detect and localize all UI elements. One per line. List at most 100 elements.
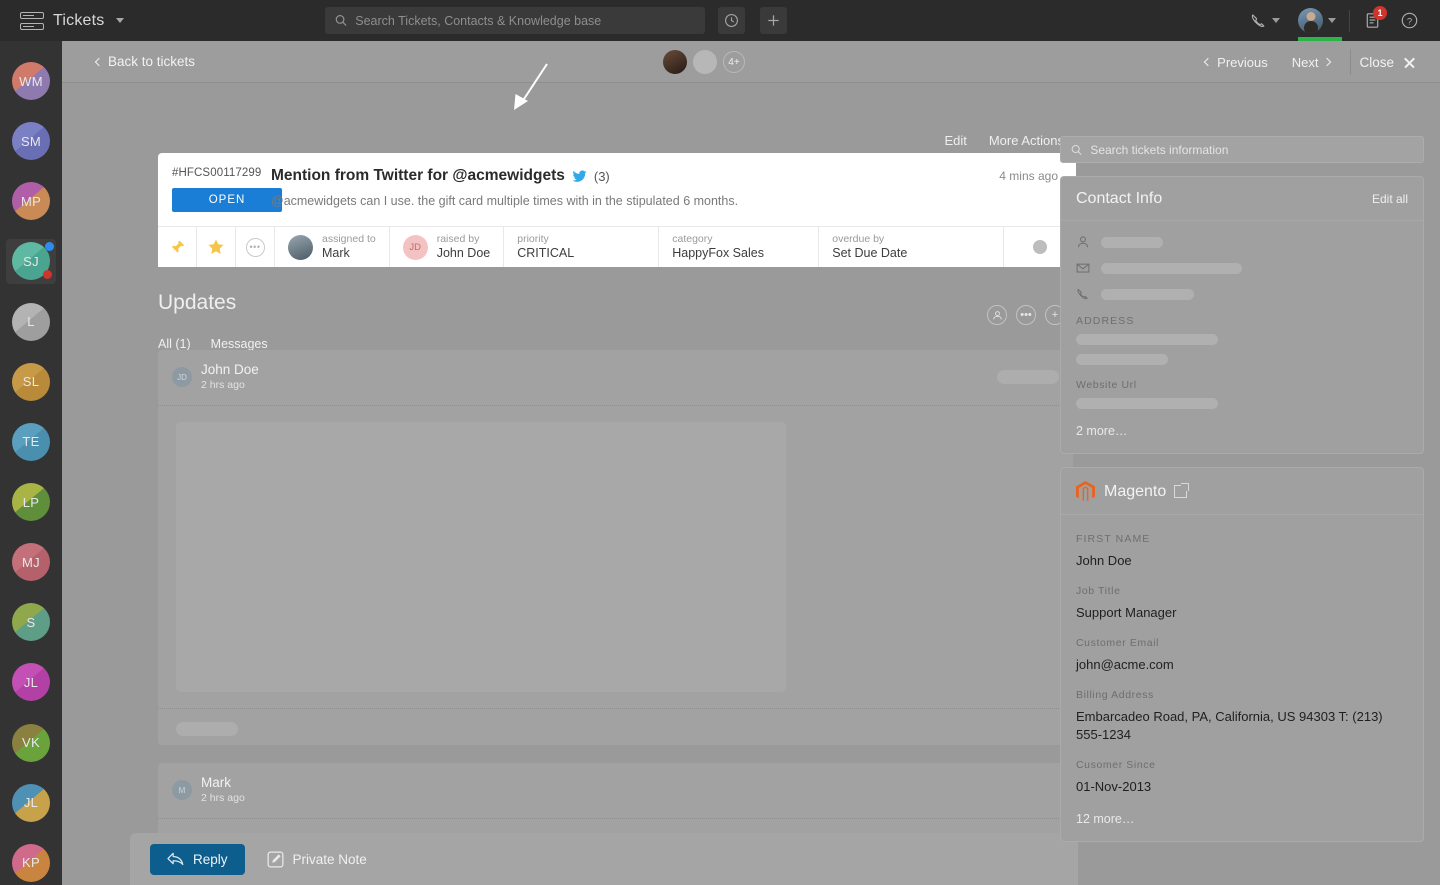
property-priority[interactable]: priority CRITICAL: [504, 227, 660, 267]
ellipsis-icon: •••: [245, 237, 265, 257]
chevron-right-icon: [1323, 57, 1332, 67]
ticket-navigation: Previous Next Close: [1193, 41, 1440, 83]
chevron-left-icon: [1203, 57, 1213, 67]
magento-more-link[interactable]: 12 more…: [1076, 812, 1408, 826]
property-value: Set Due Date: [832, 245, 908, 260]
collaborator-3[interactable]: [693, 50, 717, 74]
property-assigned-to[interactable]: assigned to Mark: [275, 227, 390, 267]
rail-item-jl-10[interactable]: JL: [6, 660, 56, 704]
magento-card: Magento FIRST NAME John Doe Job Title Suppo…: [1060, 467, 1424, 843]
rail-item-kp-13[interactable]: KP: [6, 841, 56, 885]
recent-activity-button[interactable]: [718, 7, 745, 34]
status-dot-blue: [45, 242, 54, 252]
next-ticket-button[interactable]: Next: [1280, 55, 1343, 70]
collaborator-overflow[interactable]: 4+: [723, 51, 745, 73]
create-new-button[interactable]: [760, 7, 787, 34]
rail-item-lp-7[interactable]: LP: [6, 480, 56, 524]
status-badge[interactable]: OPEN: [172, 188, 282, 212]
conversation-item[interactable]: JD John Doe 2 hrs ago: [158, 350, 1073, 745]
tickets-logo-icon: [20, 11, 44, 30]
agent-avatar: [288, 234, 313, 260]
external-link-icon[interactable]: [1174, 483, 1190, 498]
magento-header: Magento: [1061, 468, 1423, 515]
rail-item-mj-8[interactable]: MJ: [6, 540, 56, 584]
ellipsis-icon[interactable]: •••: [1016, 305, 1036, 325]
contact-email-row: [1076, 261, 1408, 275]
avatar: JL: [12, 663, 50, 702]
plus-icon: [768, 15, 779, 26]
edit-all-button[interactable]: Edit all: [1372, 192, 1408, 206]
ticket-summary-card: #HFCS00117299 OPEN Mention from Twitter …: [158, 153, 1076, 267]
conversation-footer-placeholder: [176, 722, 238, 737]
phone-icon: [1251, 14, 1265, 28]
divider: [1349, 9, 1350, 32]
rail-item-wm-0[interactable]: WM: [6, 59, 56, 103]
content-area: Back to tickets 4+ Previous Next Close E…: [62, 41, 1440, 885]
previous-label: Previous: [1217, 54, 1268, 70]
rail-item-jl-12[interactable]: JL: [6, 781, 56, 825]
profile-menu-button[interactable]: [1291, 0, 1343, 41]
rail-item-sj-3[interactable]: SJ: [6, 239, 56, 284]
notifications-button[interactable]: 1: [1356, 0, 1389, 41]
conversation-time: 2 hrs ago: [201, 791, 245, 804]
pin-button[interactable]: [158, 227, 197, 267]
conversation-footer: [158, 707, 1073, 750]
collaborator-2[interactable]: [663, 50, 687, 74]
rail-item-te-6[interactable]: TE: [6, 420, 56, 464]
edit-button[interactable]: Edit: [944, 133, 966, 148]
sidebar-search[interactable]: [1060, 136, 1424, 163]
avatar: KP: [12, 843, 50, 882]
avatar: M: [172, 780, 192, 801]
contact-name-row: [1076, 235, 1408, 249]
private-note-button[interactable]: Private Note: [267, 851, 367, 868]
previous-ticket-button[interactable]: Previous: [1193, 55, 1280, 70]
chevron-down-icon: [1272, 18, 1280, 23]
contact-phone-placeholder: [1101, 288, 1194, 300]
circle-icon: [1033, 240, 1048, 254]
search-input[interactable]: [355, 13, 695, 28]
website-url-label: Website Url: [1076, 379, 1137, 391]
app-logo-menu[interactable]: Tickets: [20, 11, 125, 30]
close-ticket-button[interactable]: Close: [1359, 55, 1440, 70]
magento-field-label-4: Cusomer Since: [1076, 759, 1156, 772]
contact-name-placeholder: [1101, 236, 1163, 248]
property-value: HappyFox Sales: [672, 245, 764, 260]
magento-field-label-1: Job Title: [1076, 584, 1121, 597]
avatar: LP: [12, 483, 50, 522]
rail-item-s-9[interactable]: S: [6, 600, 56, 644]
pencil-square-icon: [267, 851, 283, 867]
contact-info-more-link[interactable]: 2 more…: [1076, 424, 1408, 438]
conversation-author: Mark: [201, 775, 231, 790]
clock-icon: [725, 14, 738, 27]
global-search[interactable]: [325, 7, 705, 34]
help-button[interactable]: ?: [1393, 0, 1426, 41]
property-raised-by[interactable]: JD raised by John Doe: [390, 227, 505, 267]
sidebar-search-input[interactable]: [1090, 142, 1413, 157]
search-icon: [1071, 144, 1082, 155]
close-label: Close: [1359, 54, 1394, 70]
rail-item-mp-2[interactable]: MP: [6, 179, 56, 223]
contact-phone-row: [1076, 287, 1408, 301]
pin-icon: [170, 240, 184, 253]
person-icon[interactable]: [987, 305, 1007, 325]
rail-item-sl-5[interactable]: SL: [6, 360, 56, 404]
avatar: S: [12, 603, 50, 642]
help-icon: ?: [1401, 12, 1418, 29]
rail-item-vk-11[interactable]: VK: [6, 721, 56, 765]
conversation-body-placeholder: [176, 421, 786, 692]
property-category[interactable]: category HappyFox Sales: [659, 227, 820, 267]
phone-menu-button[interactable]: [1243, 0, 1287, 41]
magento-field-value-4: 01-Nov-2013: [1076, 779, 1152, 795]
property-label: priority: [517, 232, 549, 245]
star-button[interactable]: [197, 227, 236, 267]
back-to-tickets-link[interactable]: Back to tickets: [94, 54, 195, 69]
magento-field-value-0: John Doe: [1076, 553, 1132, 568]
chevron-down-icon: [116, 18, 125, 23]
ticket-more-options-button[interactable]: •••: [236, 227, 275, 267]
reply-button[interactable]: Reply: [150, 843, 245, 875]
app-root: Tickets Search Tickets, Contacts & Knowl…: [0, 0, 1440, 885]
ticket-snippet: @acmewidgets can I use. the gift card mu…: [271, 194, 739, 208]
rail-item-l-4[interactable]: L: [6, 300, 56, 344]
property-overdue-by[interactable]: overdue by Set Due Date: [819, 227, 1005, 267]
rail-item-sm-1[interactable]: SM: [6, 119, 56, 163]
